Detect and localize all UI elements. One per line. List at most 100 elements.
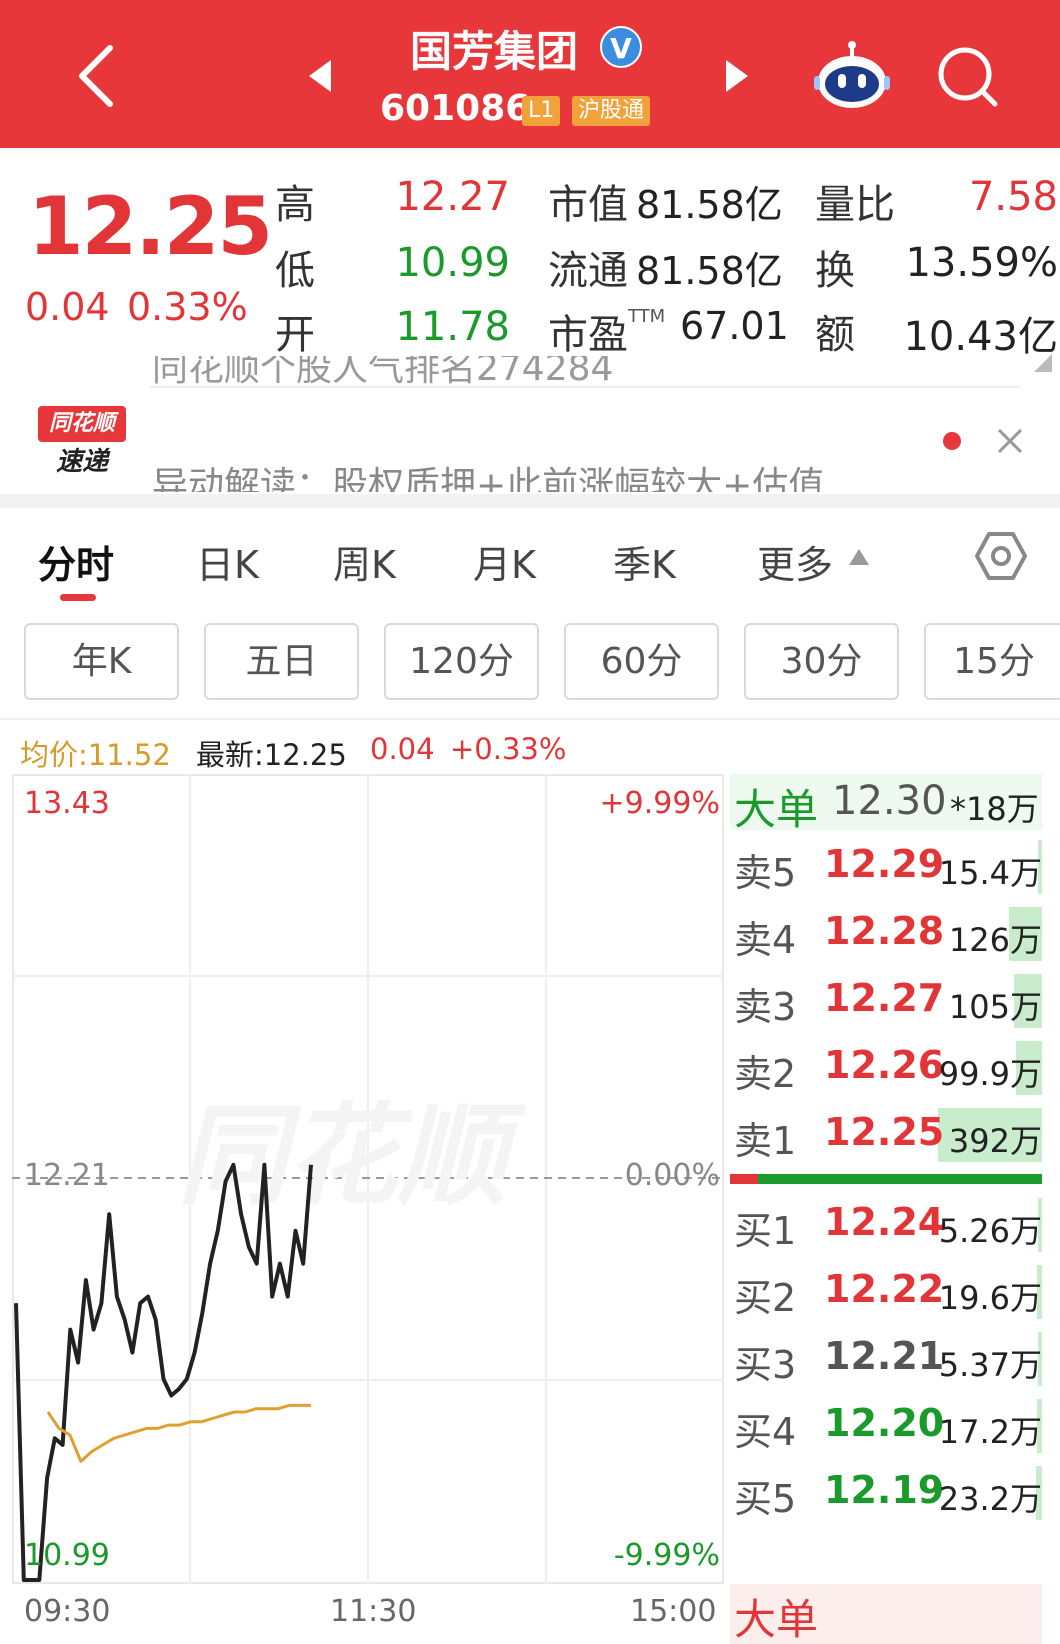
verified-icon: V — [600, 26, 642, 68]
ask-label: 卖2 — [734, 1052, 797, 1096]
ask-label: 卖1 — [734, 1119, 797, 1163]
ask-label: 卖5 — [734, 851, 797, 895]
mktcap-label: 市值 — [548, 182, 628, 228]
subtab-15min[interactable]: 15分 — [924, 623, 1060, 700]
big-order-top-label: 大单 — [734, 785, 819, 834]
info-change-pct: +0.33% — [450, 732, 567, 766]
price-line — [14, 1162, 313, 1582]
news-line-1[interactable]: 同花顺个股人气排名274284 — [152, 356, 613, 394]
connect-badge: 沪股通 — [572, 96, 651, 126]
bid-row[interactable]: 买1 12.24 5.26万 — [728, 1194, 1048, 1254]
turnover-value: 13.59% — [905, 240, 1058, 286]
ask-row[interactable]: 卖3 12.27 105万 — [728, 970, 1048, 1030]
subtab-divider — [0, 718, 1060, 720]
tab-fenshi[interactable]: 分时 — [38, 534, 114, 589]
ask-row[interactable]: 卖4 12.28 126万 — [728, 903, 1048, 963]
news-brand-logo: 同花顺 速递 — [38, 406, 126, 486]
bid-label: 买5 — [734, 1477, 797, 1521]
chart-watermark: 同花顺 — [177, 1092, 527, 1220]
subtab-120min[interactable]: 120分 — [384, 623, 539, 700]
tab-week-k[interactable]: 周K — [333, 534, 396, 589]
tab-month-k[interactable]: 月K — [473, 534, 536, 589]
settings-hexagon-icon[interactable] — [975, 530, 1027, 582]
level-badge: L1 — [522, 96, 561, 126]
float-value: 81.58亿 — [636, 249, 783, 293]
ask-volume: 15.4万 — [938, 854, 1042, 892]
bid-row[interactable]: 买5 12.19 23.2万 — [728, 1462, 1048, 1522]
x-label-close: 15:00 — [630, 1594, 717, 1629]
bid-volume: 17.2万 — [938, 1413, 1042, 1451]
mktcap-value: 81.58亿 — [636, 183, 783, 227]
pe-label: 市盈 — [548, 312, 628, 358]
tab-more[interactable]: 更多 — [757, 534, 833, 589]
big-order-bottom-label: 大单 — [734, 1595, 819, 1644]
intraday-chart-svg: 同花顺 — [12, 774, 724, 1584]
volratio-value: 7.58 — [968, 174, 1058, 220]
pe-ttm-sup: TTM — [628, 306, 666, 327]
tab-season-k[interactable]: 季K — [613, 534, 676, 589]
active-tab-indicator — [60, 594, 96, 601]
close-icon[interactable] — [993, 424, 1027, 458]
more-up-triangle-icon — [848, 548, 870, 566]
bid-row[interactable]: 买3 12.21 5.37万 — [728, 1328, 1048, 1388]
bid-volume: 5.26万 — [938, 1212, 1042, 1250]
bid-volume: 19.6万 — [938, 1279, 1042, 1317]
ask-label: 卖3 — [734, 985, 797, 1029]
order-book: 大单 12.30 *18万 卖5 12.29 15.4万 卖4 12.28 126万 卖3 1… — [728, 774, 1060, 1644]
x-label-open: 09:30 — [24, 1594, 111, 1629]
subtab-year-k[interactable]: 年K — [24, 623, 179, 700]
turnover-label: 换 — [815, 248, 855, 294]
robot-icon[interactable] — [812, 38, 892, 118]
tab-day-k[interactable]: 日K — [196, 534, 259, 589]
prev-stock-icon[interactable] — [305, 58, 335, 94]
news-brand-bottom: 速递 — [55, 447, 108, 477]
search-icon[interactable] — [935, 44, 1001, 110]
pct-top-label: +9.99% — [599, 786, 720, 821]
news-brand-top: 同花顺 — [38, 406, 126, 442]
pct-mid-label: 0.00% — [624, 1158, 720, 1193]
stock-name: 国芳集团 — [410, 27, 579, 76]
bid-label: 买2 — [734, 1276, 797, 1320]
back-icon[interactable] — [66, 40, 126, 110]
pe-value: 67.01 — [680, 304, 789, 348]
ask-volume: 126万 — [948, 921, 1042, 959]
unread-dot-icon — [943, 432, 961, 450]
bid-row[interactable]: 买4 12.20 17.2万 — [728, 1395, 1048, 1455]
news-line-2[interactable]: 异动解读：股权质押+此前涨幅较大+估值 — [152, 462, 942, 492]
subtab-30min[interactable]: 30分 — [744, 623, 899, 700]
strength-bar — [730, 1174, 1042, 1184]
expand-corner-icon[interactable] — [1034, 354, 1052, 372]
price-change-pct: 0.33% — [127, 285, 248, 329]
ask-volume: 392万 — [948, 1122, 1042, 1160]
open-value: 11.78 — [395, 304, 510, 350]
latest-price-label: 最新:12.25 — [196, 738, 347, 772]
low-label: 低 — [275, 248, 315, 294]
news-line-2-wrap[interactable]: 异动解读：股权质押+此前涨幅较大+估值 — [152, 462, 942, 492]
x-label-mid: 11:30 — [330, 1594, 417, 1629]
big-order-top-vol: *18万 — [950, 790, 1039, 828]
ask-volume: 105万 — [948, 988, 1042, 1026]
high-label: 高 — [275, 182, 315, 228]
next-stock-icon[interactable] — [722, 58, 752, 94]
current-price: 12.25 — [28, 180, 273, 273]
ask-volume: 99.9万 — [938, 1055, 1042, 1093]
high-value: 12.27 — [395, 174, 510, 220]
bid-volume: 5.37万 — [938, 1346, 1042, 1384]
ask-row[interactable]: 卖1 12.25 392万 — [728, 1104, 1048, 1164]
bid-row[interactable]: 买2 12.22 19.6万 — [728, 1261, 1048, 1321]
subtab-five-day[interactable]: 五日 — [204, 623, 359, 700]
series-layer — [14, 1162, 313, 1582]
ask-row[interactable]: 卖2 12.26 99.9万 — [728, 1037, 1048, 1097]
intraday-chart[interactable]: 同花顺 13.43 12.21 10.99 +9.99% 0.00% -9.99… — [12, 774, 724, 1584]
low-value: 10.99 — [395, 240, 510, 286]
pct-bottom-label: -9.99% — [613, 1538, 720, 1573]
ask-row[interactable]: 卖5 12.29 15.4万 — [728, 836, 1048, 896]
y-bottom-label: 10.99 — [24, 1538, 110, 1573]
section-gap — [0, 494, 1060, 508]
amount-label: 额 — [815, 312, 855, 358]
volratio-label: 量比 — [815, 182, 895, 228]
top-bar: 国芳集团 V 601086 L1 沪股通 — [0, 0, 1060, 148]
ask-label: 卖4 — [734, 918, 797, 962]
subtab-60min[interactable]: 60分 — [564, 623, 719, 700]
strength-bar-up — [730, 1174, 758, 1184]
